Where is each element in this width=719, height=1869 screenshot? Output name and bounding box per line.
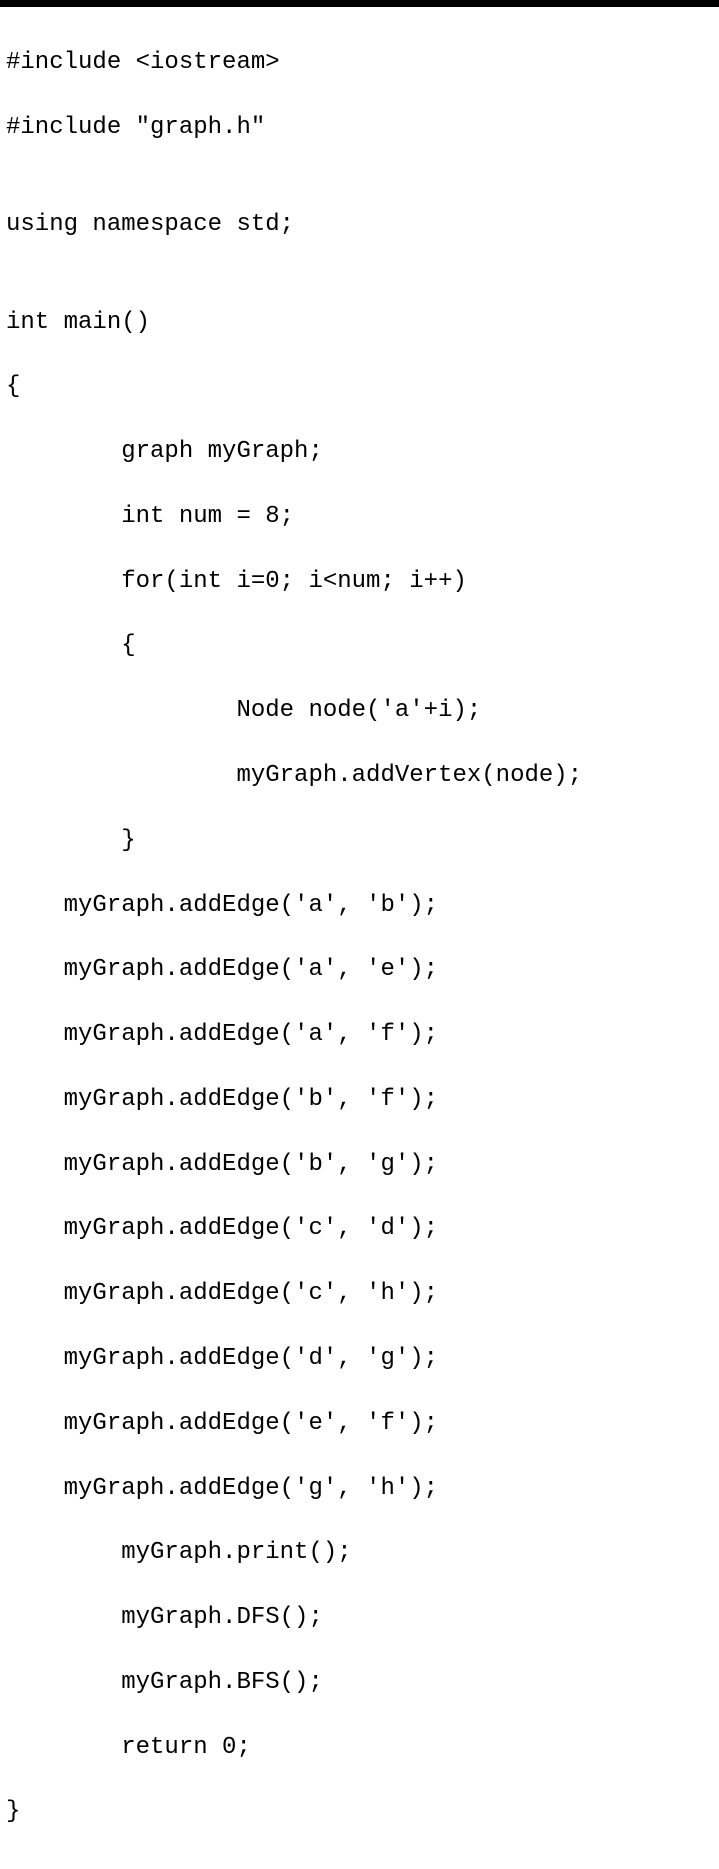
code-line: } [6,825,713,857]
code-line: myGraph.addVertex(node); [6,760,713,792]
code-line: #include "graph.h" [6,112,713,144]
code-line: myGraph.addEdge('a', 'b'); [6,890,713,922]
code-line: myGraph.addEdge('b', 'f'); [6,1084,713,1116]
code-line: myGraph.addEdge('e', 'f'); [6,1408,713,1440]
top-border [0,0,719,7]
code-line: { [6,630,713,662]
code-line: #include <iostream> [6,47,713,79]
code-line: return 0; [6,1732,713,1764]
code-line: myGraph.addEdge('d', 'g'); [6,1343,713,1375]
code-line: for(int i=0; i<num; i++) [6,566,713,598]
code-line: myGraph.DFS(); [6,1602,713,1634]
code-line: myGraph.print(); [6,1537,713,1569]
code-line: { [6,371,713,403]
code-line: myGraph.addEdge('g', 'h'); [6,1473,713,1505]
code-line: myGraph.addEdge('a', 'f'); [6,1019,713,1051]
code-line: int main() [6,307,713,339]
code-block: #include <iostream> #include "graph.h" u… [0,7,719,1869]
code-line: using namespace std; [6,209,713,241]
code-line: myGraph.addEdge('c', 'd'); [6,1213,713,1245]
code-line: graph myGraph; [6,436,713,468]
code-line: myGraph.addEdge('a', 'e'); [6,954,713,986]
code-line: myGraph.addEdge('c', 'h'); [6,1278,713,1310]
code-line: Node node('a'+i); [6,695,713,727]
code-line: myGraph.addEdge('b', 'g'); [6,1149,713,1181]
code-line: myGraph.BFS(); [6,1667,713,1699]
code-line: int num = 8; [6,501,713,533]
code-line: } [6,1796,713,1828]
